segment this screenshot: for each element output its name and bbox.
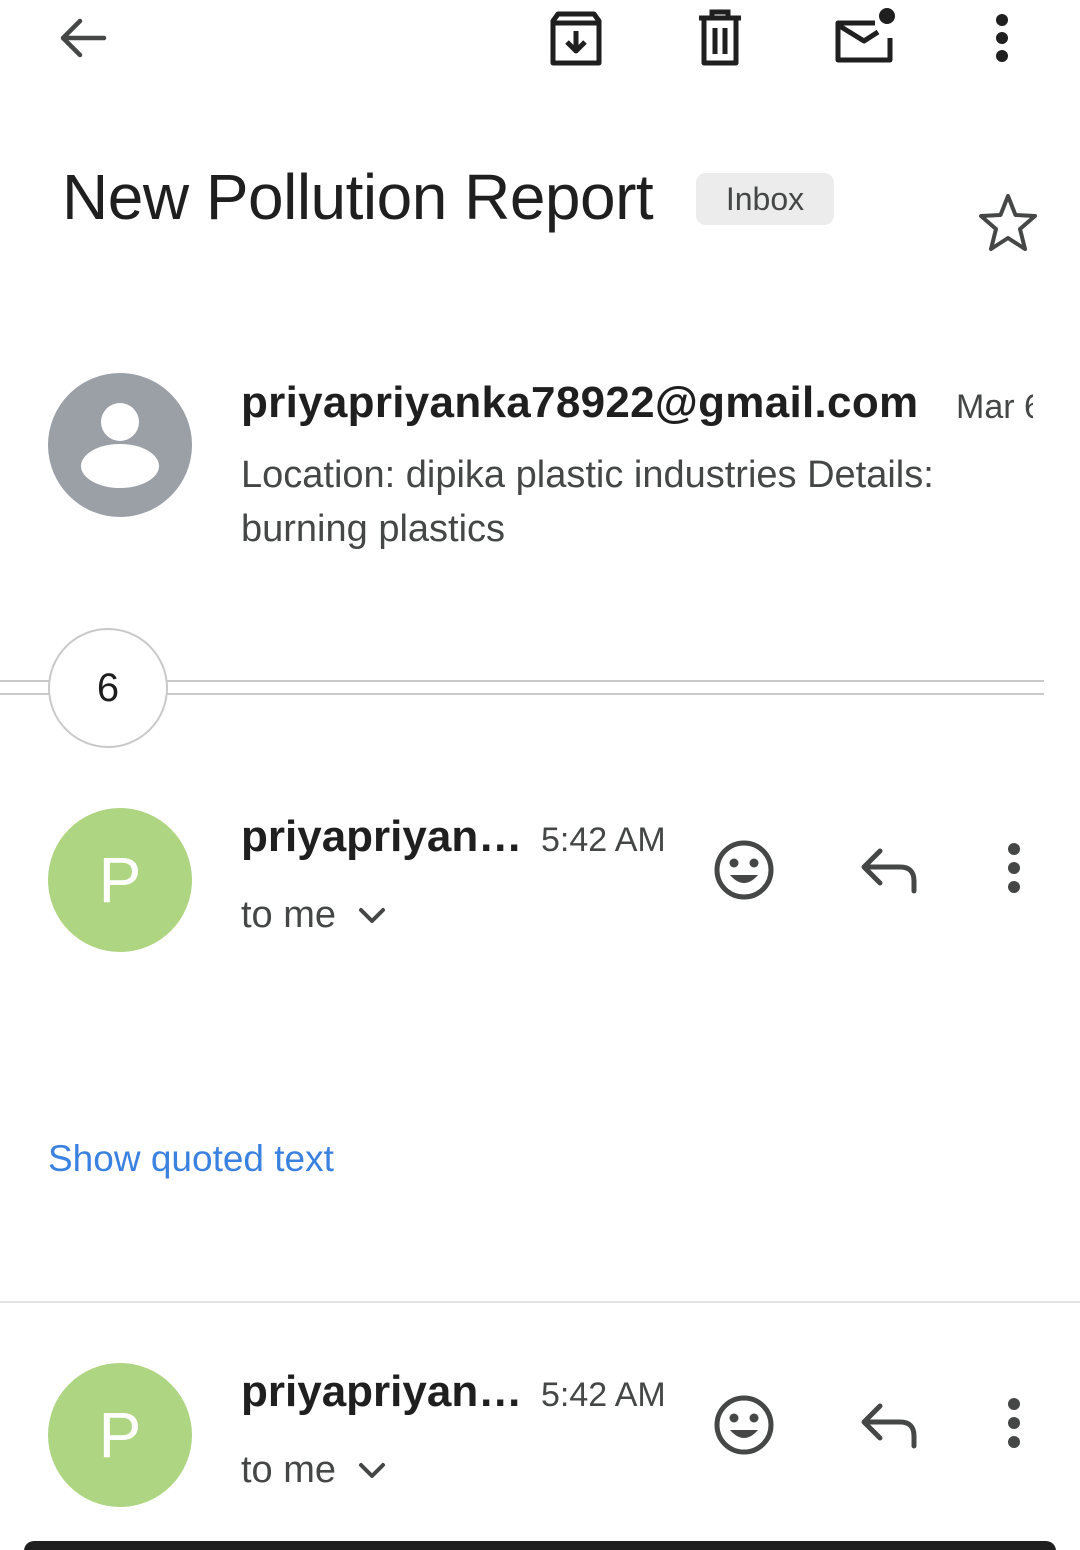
recipient-details-toggle[interactable]: to me bbox=[241, 1449, 386, 1492]
message-more-button[interactable] bbox=[1002, 1397, 1026, 1454]
trash-icon bbox=[699, 9, 741, 66]
more-vert-icon bbox=[996, 14, 1008, 62]
message-divider bbox=[0, 1301, 1080, 1303]
emoji-icon bbox=[714, 840, 774, 900]
mark-unread-button[interactable] bbox=[830, 4, 900, 66]
more-vert-icon bbox=[1008, 1398, 1020, 1448]
show-quoted-text-link[interactable]: Show quoted text bbox=[48, 1138, 334, 1180]
react-emoji-button[interactable] bbox=[712, 1393, 776, 1462]
reply-button[interactable] bbox=[858, 1400, 920, 1455]
mark-unread-icon bbox=[835, 8, 895, 63]
recipient-details-toggle[interactable]: to me bbox=[241, 894, 386, 937]
more-options-button[interactable] bbox=[982, 10, 1022, 66]
sender-avatar-generic[interactable] bbox=[48, 373, 192, 517]
star-button[interactable] bbox=[976, 192, 1040, 257]
collapsed-messages-count[interactable]: 6 bbox=[48, 628, 168, 748]
top-toolbar bbox=[0, 0, 1080, 80]
message-sender[interactable]: priyapriyanka78922@gmail.com bbox=[241, 1367, 526, 1417]
message-sender[interactable]: priyapriyanka78922@gmail.com bbox=[241, 812, 526, 862]
message-snippet[interactable]: Location: dipika plastic industries Deta… bbox=[241, 448, 1033, 558]
star-outline-icon bbox=[979, 194, 1037, 251]
recipient-label: to me bbox=[241, 1449, 337, 1491]
recipient-label: to me bbox=[241, 894, 337, 936]
react-emoji-button[interactable] bbox=[712, 838, 776, 907]
more-vert-icon bbox=[1008, 843, 1020, 893]
reply-button[interactable] bbox=[858, 845, 920, 900]
inbox-label-chip[interactable]: Inbox bbox=[696, 173, 834, 225]
thread-subject: New Pollution Report bbox=[62, 161, 654, 233]
reply-icon bbox=[861, 848, 917, 894]
chevron-down-icon bbox=[359, 1462, 386, 1478]
archive-button[interactable] bbox=[544, 6, 608, 70]
archive-icon bbox=[550, 11, 602, 66]
emoji-icon bbox=[714, 1395, 774, 1455]
message-time: 5:42 AM bbox=[541, 821, 666, 859]
bottom-sheet-edge bbox=[24, 1541, 1056, 1550]
message-date: Mar 6 bbox=[956, 388, 1033, 426]
reply-icon bbox=[861, 1403, 917, 1449]
email-thread-screen: New Pollution Report Inbox priyapriyanka… bbox=[0, 0, 1080, 1550]
arrow-back-icon bbox=[60, 18, 107, 58]
sender-avatar[interactable]: P bbox=[48, 1363, 192, 1507]
person-icon bbox=[81, 403, 159, 488]
sender-avatar[interactable]: P bbox=[48, 808, 192, 952]
message-sender[interactable]: priyapriyanka78922@gmail.com bbox=[241, 378, 941, 428]
message-more-button[interactable] bbox=[1002, 842, 1026, 899]
chevron-down-icon bbox=[359, 907, 386, 923]
back-button[interactable] bbox=[50, 12, 114, 64]
message-time: 5:42 AM bbox=[541, 1376, 666, 1414]
delete-button[interactable] bbox=[690, 6, 750, 70]
